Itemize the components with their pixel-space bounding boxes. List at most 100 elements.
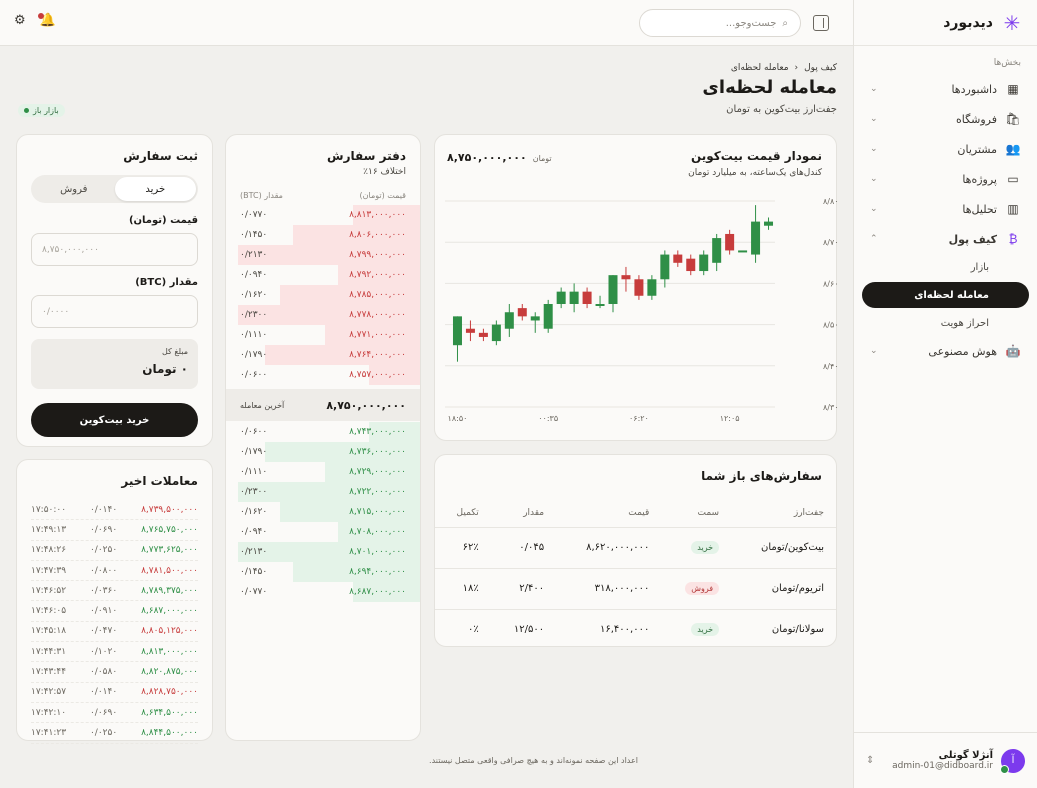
column-header: تکمیل	[435, 499, 491, 528]
total-box: مبلغ کل ۰ تومان	[31, 339, 198, 389]
book-price: ۸,۶۹۴,۰۰۰,۰۰۰	[349, 567, 406, 577]
ask-row[interactable]: ۸,۷۸۵,۰۰۰,۰۰۰ ۰/۱۶۲۰	[238, 285, 420, 305]
bid-row[interactable]: ۸,۶۹۴,۰۰۰,۰۰۰ ۰/۱۴۵۰	[238, 562, 420, 582]
sidebar-subitem-spot-trade[interactable]: معامله لحظه‌ای	[862, 282, 1029, 308]
y-tick-label: میلیارد ۸/۳۰	[823, 403, 838, 412]
sidebar-item-analytics[interactable]: ▥ تحلیل‌ها ⌄	[854, 194, 1037, 224]
user-email: admin-01@didboard.ir	[892, 761, 993, 771]
bid-row[interactable]: ۸,۷۰۸,۰۰۰,۰۰۰ ۰/۰۹۴۰	[238, 522, 420, 542]
trade-row: ۸,۸۴۴,۵۰۰,۰۰۰ ۰/۰۲۵۰ ۱۷:۴۱:۲۳	[31, 723, 198, 744]
trade-time: ۱۷:۴۲:۵۷	[31, 687, 67, 698]
book-price: ۸,۷۷۸,۰۰۰,۰۰۰	[349, 310, 406, 320]
candlestick-chart[interactable]: میلیارد ۸/۳۰ میلیارد ۸/۴۰ میلیارد ۸/۵۰ میلی…	[435, 183, 838, 442]
breadcrumb-item: معامله لحظه‌ای	[730, 63, 789, 73]
sidebar-item-dashboards[interactable]: ▦ داشبوردها ⌄	[854, 74, 1037, 104]
tab-buy[interactable]: خرید	[114, 177, 196, 201]
brand[interactable]: ✳ دیدبورد	[854, 0, 1037, 46]
sidebar-item-ai[interactable]: 🤖 هوش مصنوعی ⌄	[854, 336, 1037, 366]
trade-qty: ۰/۰۹۱۰	[89, 606, 118, 617]
bid-row[interactable]: ۸,۷۴۳,۰۰۰,۰۰۰ ۰/۰۶۰۰	[238, 422, 420, 442]
column-header: سمت	[661, 499, 732, 528]
ask-row[interactable]: ۸,۷۷۱,۰۰۰,۰۰۰ ۰/۱۱۱۰	[238, 325, 420, 345]
candle-body	[569, 291, 579, 304]
chart-title: نمودار قیمت بیت‌کوین	[690, 149, 822, 163]
trade-price: ۸,۸۴۴,۵۰۰,۰۰۰	[141, 727, 198, 738]
side-badge: خرید	[691, 623, 720, 637]
book-qty: ۰/۱۴۵۰	[240, 230, 268, 240]
sidebar-item-wallet[interactable]: ₿ کیف پول ⌃	[854, 224, 1037, 254]
trade-price: ۸,۷۸۹,۳۷۵,۰۰۰	[141, 585, 198, 596]
bid-row[interactable]: ۸,۷۲۹,۰۰۰,۰۰۰ ۰/۱۱۱۰	[238, 462, 420, 482]
filled-cell: ۱۸٪	[435, 568, 491, 610]
buy-bitcoin-button[interactable]: خرید بیت‌کوین	[31, 403, 198, 437]
ask-row[interactable]: ۸,۷۹۹,۰۰۰,۰۰۰ ۰/۲۱۳۰	[238, 245, 420, 265]
price-label: قیمت (تومان)	[128, 215, 198, 226]
candle-body	[738, 250, 748, 253]
sidebar-toggle-icon[interactable]	[813, 15, 829, 31]
last-trade-value: ۸,۷۵۰,۰۰۰,۰۰۰	[326, 398, 406, 412]
sidebar-item-shop[interactable]: 🛍 فروشگاه ⌄	[854, 104, 1037, 134]
x-tick-label: ۰۶:۲۰	[629, 414, 649, 423]
sidebar-subitem-market[interactable]: بازار	[854, 254, 1037, 280]
trade-row: ۸,۶۳۴,۵۰۰,۰۰۰ ۰/۰۶۹۰ ۱۷:۴۲:۱۰	[31, 703, 198, 724]
breadcrumb-item[interactable]: کیف پول	[804, 63, 837, 73]
trade-price: ۸,۸۲۸,۷۵۰,۰۰۰	[141, 687, 198, 698]
candle-body	[660, 254, 670, 280]
ask-row[interactable]: ۸,۸۰۶,۰۰۰,۰۰۰ ۰/۱۴۵۰	[238, 225, 420, 245]
candle-body	[647, 279, 657, 296]
search-input[interactable]: ⌕ جست‌وجو...	[639, 9, 801, 37]
bid-row[interactable]: ۸,۶۸۷,۰۰۰,۰۰۰ ۰/۰۷۷۰	[238, 582, 420, 602]
book-qty: ۰/۰۹۴۰	[240, 270, 268, 280]
bid-row[interactable]: ۸,۷۲۲,۰۰۰,۰۰۰ ۰/۲۳۰۰	[238, 482, 420, 502]
chevron-updown-icon: ⇕	[866, 755, 875, 766]
candle-body	[478, 332, 488, 337]
bid-row[interactable]: ۸,۷۱۵,۰۰۰,۰۰۰ ۰/۱۶۲۰	[238, 502, 420, 522]
amount-input[interactable]: ۰/۰۰۰۰	[31, 295, 198, 328]
user-menu[interactable]: آ آنژلا گوتلی admin-01@didboard.ir ⇕	[854, 732, 1037, 788]
trade-price: ۸,۷۶۵,۷۵۰,۰۰۰	[141, 524, 198, 535]
trade-row: ۸,۷۸۹,۳۷۵,۰۰۰ ۰/۰۳۶۰ ۱۷:۴۶:۵۲	[31, 581, 198, 602]
price-input[interactable]: ۸,۷۵۰,۰۰۰,۰۰۰	[31, 233, 198, 266]
bid-row[interactable]: ۸,۷۰۱,۰۰۰,۰۰۰ ۰/۲۱۳۰	[238, 542, 420, 562]
ask-row[interactable]: ۸,۷۹۲,۰۰۰,۰۰۰ ۰/۰۹۴۰	[238, 265, 420, 285]
filled-cell: ۰٪	[468, 624, 479, 636]
trade-row: ۸,۸۱۳,۰۰۰,۰۰۰ ۰/۱۰۲۰ ۱۷:۴۴:۳۱	[31, 642, 198, 663]
sidebar-subitem-kyc[interactable]: احراز هویت	[854, 310, 1037, 336]
table-row[interactable]: سولانا/تومان خرید ۱۶,۴۰۰,۰۰۰ ۱۲/۵۰۰ ۰٪	[435, 609, 836, 650]
last-trade: ۸,۷۵۰,۰۰۰,۰۰۰ آخرین معامله	[226, 389, 420, 421]
book-price: ۸,۷۰۱,۰۰۰,۰۰۰	[349, 547, 406, 557]
book-qty: ۰/۱۶۲۰	[240, 507, 268, 517]
book-qty: ۰/۲۳۰۰	[240, 310, 268, 320]
trade-time: ۱۷:۴۶:۵۲	[31, 585, 67, 596]
pair-cell: سولانا/تومان	[771, 624, 824, 636]
book-qty: ۰/۲۱۳۰	[240, 250, 268, 260]
ask-row[interactable]: ۸,۷۶۴,۰۰۰,۰۰۰ ۰/۱۷۹۰	[238, 345, 420, 365]
table-row[interactable]: بیت‌کوین/تومان خرید ۸,۶۲۰,۰۰۰,۰۰۰ ۰/۰۴۵ …	[435, 527, 836, 569]
market-status-badge: بازار باز	[18, 104, 65, 117]
ask-row[interactable]: ۸,۸۱۳,۰۰۰,۰۰۰ ۰/۰۷۷۰	[238, 205, 420, 225]
topbar: ⌕ جست‌وجو... 🔔 ⚙	[0, 0, 853, 46]
page-title: معامله لحظه‌ای	[702, 77, 837, 98]
sidebar-item-projects[interactable]: ▭ پروژه‌ها ⌄	[854, 164, 1037, 194]
bell-icon[interactable]: 🔔	[38, 13, 56, 31]
y-tick-label: میلیارد ۸/۷۰	[823, 238, 838, 247]
book-qty: ۰/۱۴۵۰	[240, 567, 268, 577]
tab-sell[interactable]: فروش	[33, 177, 115, 201]
table-row[interactable]: اتریوم/تومان فروش ۳۱۸,۰۰۰,۰۰۰ ۲/۴۰۰ ۱۸٪	[435, 568, 836, 610]
book-price: ۸,۷۱۵,۰۰۰,۰۰۰	[349, 507, 406, 517]
recent-trades-list: ۸,۷۳۹,۵۰۰,۰۰۰ ۰/۰۱۴۰ ۱۷:۵۰:۰۰ ۸,۷۶۵,۷۵۰,۰۰۰…	[31, 500, 198, 744]
brand-logo-icon: ✳	[1003, 10, 1021, 35]
bag-icon: 🛍	[1005, 112, 1021, 126]
price-value: ۸,۷۵۰,۰۰۰,۰۰۰	[447, 151, 527, 164]
ask-row[interactable]: ۸,۷۵۷,۰۰۰,۰۰۰ ۰/۰۶۰۰	[238, 365, 420, 385]
trade-row: ۸,۷۶۵,۷۵۰,۰۰۰ ۰/۰۶۹۰ ۱۷:۴۹:۱۳	[31, 520, 198, 541]
sidebar-item-label: فروشگاه	[955, 112, 997, 126]
sliders-icon[interactable]: ⚙	[14, 13, 26, 28]
column-header: قیمت	[556, 499, 662, 528]
sidebar-item-customers[interactable]: 👥 مشتریان ⌄	[854, 134, 1037, 164]
amount-label: مقدار (BTC)	[135, 277, 198, 288]
trade-time: ۱۷:۴۴:۳۱	[31, 646, 67, 657]
ask-row[interactable]: ۸,۷۷۸,۰۰۰,۰۰۰ ۰/۲۳۰۰	[238, 305, 420, 325]
price-cell: ۸,۶۲۰,۰۰۰,۰۰۰	[556, 527, 662, 569]
bid-row[interactable]: ۸,۷۳۶,۰۰۰,۰۰۰ ۰/۱۷۹۰	[238, 442, 420, 462]
